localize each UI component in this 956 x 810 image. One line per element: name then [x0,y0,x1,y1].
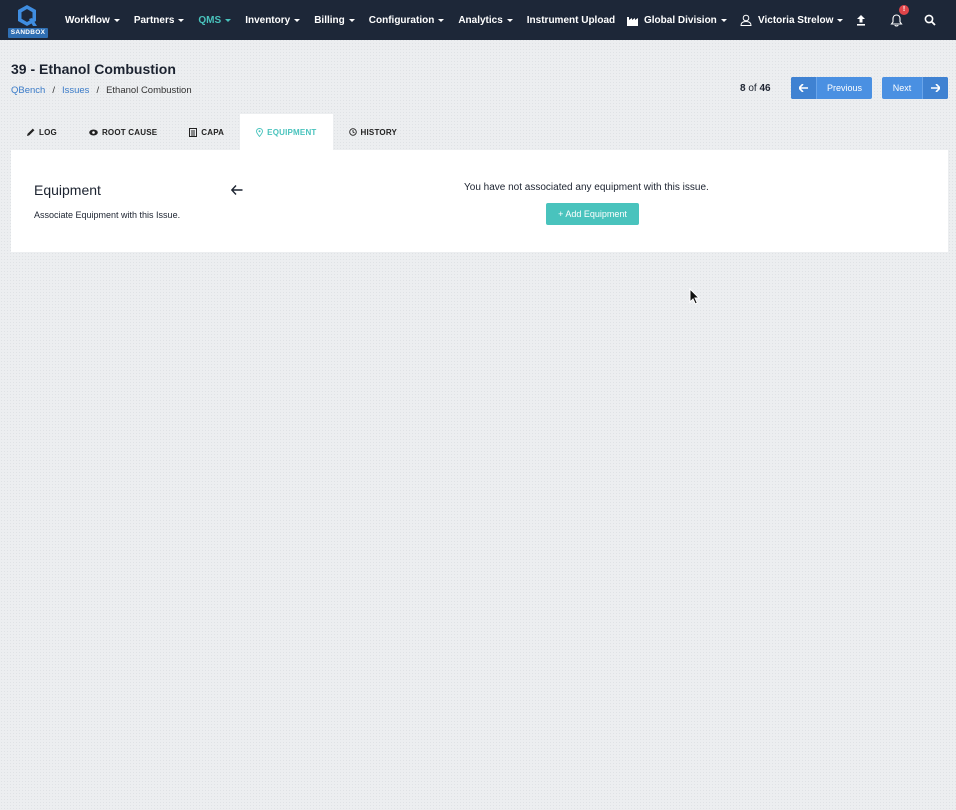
user-menu[interactable]: Victoria Strelow [740,0,844,40]
collapse-arrow-button[interactable] [230,185,243,198]
nav-partners-label: Partners [133,14,175,26]
tab-log[interactable]: LOG [11,114,73,150]
previous-label: Previous [826,83,862,93]
pager-count: 8 of 46 [740,83,771,94]
tab-root-cause-label: ROOT CAUSE [101,127,158,137]
eye-icon [89,129,98,135]
pager-total: 46 [759,83,771,94]
tab-equipment[interactable]: EQUIPMENT [240,114,333,150]
empty-equipment-message: You have not associated any equipment wi… [464,182,709,193]
sandbox-badge: SANDBOX [8,28,48,38]
nav-analytics[interactable]: Analytics [458,14,513,26]
breadcrumb-current: Ethanol Combustion [106,85,192,96]
user-name: Victoria Strelow [758,14,834,26]
clipboard-icon [189,127,198,137]
nav-qms-label: QMS [198,14,222,26]
pencil-icon [27,128,35,136]
next-label: Next [892,83,912,93]
issue-tabs: LOG ROOT CAUSE CAPA EQUIPMENT HISTORY [11,114,413,150]
breadcrumb-qbench[interactable]: QBench [11,85,45,96]
nav-partners[interactable]: Partners [134,15,185,26]
upload-icon [857,14,865,26]
nav-workflow[interactable]: Workflow [65,15,120,26]
search-icon [924,14,936,26]
caret-down-icon [178,18,185,22]
caret-down-icon [294,18,301,22]
equipment-panel: Equipment Associate Equipment with this … [11,150,948,252]
factory-icon [627,16,638,26]
caret-down-icon [837,18,844,22]
mouse-cursor-icon [689,288,700,305]
pager-current: 8 [740,83,746,94]
nav-workflow-label: Workflow [65,14,110,26]
nav-inventory[interactable]: Inventory [245,14,301,26]
location-pin-icon [256,127,264,137]
add-equipment-button[interactable]: + Add Equipment [546,203,639,225]
user-icon [740,14,752,26]
tab-log-label: LOG [39,127,57,137]
tab-equipment-label: EQUIPMENT [267,127,317,137]
bell-icon [890,13,903,26]
caret-down-icon [506,18,513,22]
next-button[interactable]: Next [882,77,948,99]
tab-capa-label: CAPA [201,127,225,137]
history-icon [348,128,357,136]
upload-button[interactable] [856,0,866,40]
caret-down-icon [348,18,355,22]
tab-capa[interactable]: CAPA [173,114,240,150]
caret-down-icon [225,18,232,22]
nav-analytics-label: Analytics [458,14,503,26]
caret-down-icon [113,18,120,22]
nav-instrument-upload[interactable]: Instrument Upload [527,15,615,26]
notifications-button[interactable]: ! [890,0,909,40]
tab-history-label: HISTORY [360,127,398,137]
top-navbar: SANDBOX Workflow Partners QMS Inventory … [0,0,956,40]
arrow-left-icon [791,77,817,99]
nav-billing-label: Billing [314,14,345,26]
arrow-right-icon [922,77,948,99]
caret-down-icon [438,18,445,22]
nav-inventory-label: Inventory [245,14,291,26]
nav-billing[interactable]: Billing [314,15,355,26]
qbench-logo-icon [18,5,37,26]
division-selector[interactable]: Global Division [627,0,727,40]
breadcrumb-separator: / [96,85,100,96]
nav-instrument-upload-label: Instrument Upload [526,14,616,26]
breadcrumb-issues[interactable]: Issues [62,85,89,96]
arrow-left-icon [230,185,243,195]
nav-configuration-label: Configuration [368,14,435,26]
caret-down-icon [720,18,727,22]
search-button[interactable] [924,0,936,40]
tab-history[interactable]: HISTORY [333,114,414,150]
qbench-logo[interactable]: SANDBOX [8,4,48,38]
breadcrumb-separator: / [52,85,55,96]
notification-badge: ! [899,5,909,15]
breadcrumb: QBench / Issues / Ethanol Combustion [11,85,192,96]
nav-configuration[interactable]: Configuration [369,15,445,26]
pager-of: of [748,83,757,94]
equipment-description: Associate Equipment with this Issue. [34,210,181,220]
previous-button[interactable]: Previous [791,77,872,99]
nav-qms[interactable]: QMS [198,14,232,26]
division-label: Global Division [644,14,717,26]
page-title: 39 - Ethanol Combustion [11,61,176,77]
equipment-title: Equipment [34,182,101,198]
main-nav: Workflow Partners QMS Inventory Billing … [58,0,622,40]
tab-root-cause[interactable]: ROOT CAUSE [73,114,173,150]
